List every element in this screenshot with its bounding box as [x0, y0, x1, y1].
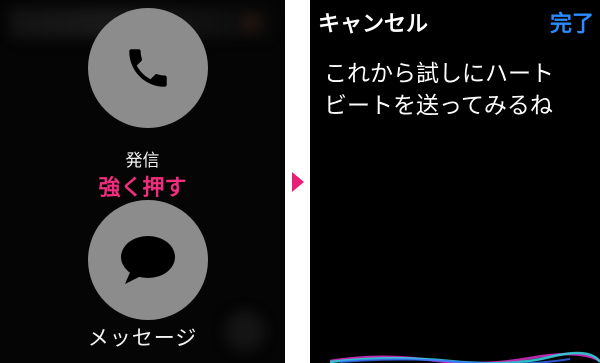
dictation-line: これから試しにハート [324, 61, 554, 87]
force-touch-menu-screen: 発信 強く押す メッセージ [0, 0, 285, 363]
dictation-screen: キャンセル 完了 これから試しにハート ビートを送ってみるね [310, 0, 600, 363]
dictation-text: これから試しにハート ビートを送ってみるね [324, 58, 594, 122]
cancel-button[interactable]: キャンセル [318, 6, 428, 38]
message-label: メッセージ [87, 326, 198, 350]
speech-bubble-icon [121, 236, 175, 284]
message-button[interactable] [88, 200, 208, 320]
call-label: 発信 [125, 151, 160, 171]
arrow-right-icon [292, 172, 304, 192]
done-button[interactable]: 完了 [550, 6, 594, 38]
force-press-hint: 強く押す [98, 176, 187, 201]
call-button[interactable] [88, 8, 208, 128]
siri-waveform-icon [329, 351, 600, 363]
phone-icon [129, 49, 167, 87]
dictation-line: ビートを送ってみるね [324, 93, 553, 119]
